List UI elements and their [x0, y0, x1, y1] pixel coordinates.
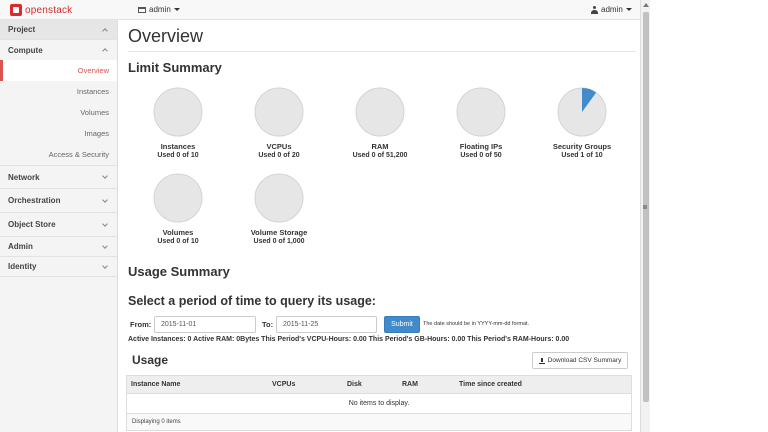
chevron-down-icon [102, 220, 108, 227]
sidebar-item-instances[interactable]: Instances [0, 81, 117, 102]
caret-down-icon [625, 8, 632, 11]
column-header-instance-name[interactable]: Instance Name [131, 381, 180, 388]
pie-label-volumes: Volumes [162, 228, 194, 237]
sidebar: Project Compute Overview Instances Volum… [0, 20, 118, 432]
scroll-grip-icon [643, 205, 647, 209]
pie-label-floating-ips: Floating IPs [459, 142, 503, 151]
period-query-heading: Select a period of time to query its usa… [128, 294, 376, 308]
chevron-down-icon [102, 242, 108, 249]
usage-stats-line: Active Instances: 0 Active RAM: 0Bytes T… [128, 336, 570, 343]
pie-chart-volume-storage [254, 173, 304, 223]
sidebar-subcategory-label: Compute [8, 45, 43, 55]
brand-name: openstack [25, 4, 73, 16]
sidebar-category-identity[interactable]: Identity [0, 257, 117, 277]
to-label: To: [262, 320, 274, 329]
pie-label-instances: Instances [160, 142, 196, 151]
chevron-down-icon [102, 173, 108, 179]
column-header-vcpus[interactable]: VCPUs [272, 381, 295, 388]
title-divider [128, 51, 636, 52]
pie-chart-volumes [153, 173, 203, 223]
sidebar-category-label: Orchestration [8, 196, 61, 205]
pie-background [254, 173, 304, 223]
pie-used-text-security-groups: Used 1 of 10 [561, 152, 603, 159]
table-header-row: Instance Name VCPUs Disk RAM Time since … [126, 375, 632, 394]
from-date-input[interactable]: 2015-11-01 [154, 316, 256, 333]
column-header-ram[interactable]: RAM [402, 381, 418, 388]
pie-label-ram: RAM [371, 142, 389, 151]
sidebar-category-label: Admin [8, 242, 33, 251]
pie-used-text-instances: Used 0 of 10 [157, 152, 199, 159]
sidebar-category-orchestration[interactable]: Orchestration [0, 189, 117, 213]
sidebar-category-network[interactable]: Network [0, 165, 117, 189]
pie-used-text-vcpus: Used 0 of 20 [258, 152, 300, 159]
openstack-logo-icon [10, 4, 22, 16]
openstack-logo[interactable]: openstack [10, 3, 72, 17]
page-scrollbar[interactable] [640, 0, 650, 432]
top-navbar: openstack admin admin [0, 0, 640, 20]
project-icon [138, 6, 146, 13]
page-title: Overview [128, 26, 204, 46]
pie-used-text-volume-storage: Used 0 of 1,000 [253, 238, 305, 245]
table-empty-row: No items to display. [126, 394, 632, 414]
pie-background [456, 87, 506, 137]
caret-down-icon [173, 8, 180, 11]
download-icon [538, 357, 545, 364]
pie-background [355, 87, 405, 137]
table-footer: Displaying 0 items [126, 414, 632, 431]
column-header-time-since-created[interactable]: Time since created [459, 381, 522, 388]
pie-label-security-groups: Security Groups [552, 142, 612, 151]
chevron-up-icon [102, 48, 108, 54]
main-content: Overview Limit Summary Instances Used 0 o… [118, 20, 640, 432]
usage-summary-heading: Usage Summary [128, 264, 230, 279]
sidebar-item-volumes[interactable]: Volumes [0, 102, 117, 123]
pie-background [254, 87, 304, 137]
pie-chart-security-groups [557, 87, 607, 137]
pie-label-volume-storage: Volume Storage [250, 228, 308, 237]
sidebar-category-label: Project [8, 25, 36, 34]
sidebar-item-images[interactable]: Images [0, 123, 117, 144]
pie-used-text-volumes: Used 0 of 10 [157, 238, 199, 245]
to-date-input[interactable]: 2015-11-25 [276, 316, 377, 333]
from-label: From: [130, 320, 152, 329]
user-dropdown-label: admin [601, 5, 623, 14]
pie-used-text-ram: Used 0 of 51,200 [352, 152, 408, 159]
download-csv-button[interactable]: Download CSV Summary [532, 352, 628, 369]
sidebar-category-project[interactable]: Project [0, 20, 117, 40]
usage-table: Instance Name VCPUs Disk RAM Time since … [126, 375, 632, 431]
sidebar-category-admin[interactable]: Admin [0, 237, 117, 257]
pie-chart-ram [355, 87, 405, 137]
limit-summary-heading: Limit Summary [128, 60, 222, 75]
pie-label-vcpus: VCPUs [266, 142, 292, 151]
scroll-up-arrow-icon[interactable] [643, 3, 649, 7]
sidebar-item-overview[interactable]: Overview [0, 60, 117, 81]
date-format-hint: The date should be in YYYY-mm-dd format. [423, 321, 530, 327]
project-dropdown-label: admin [149, 5, 171, 14]
chevron-down-icon [102, 262, 108, 269]
pie-chart-floating-ips [456, 87, 506, 137]
sidebar-category-label: Object Store [8, 220, 56, 229]
sidebar-category-label: Network [8, 172, 40, 182]
user-dropdown[interactable]: admin [591, 5, 632, 14]
download-csv-label: Download CSV Summary [547, 357, 622, 364]
sidebar-category-label: Identity [8, 262, 37, 271]
sidebar-subcategory-compute[interactable]: Compute [0, 40, 117, 60]
pie-background [153, 173, 203, 223]
project-dropdown[interactable]: admin [138, 5, 180, 14]
pie-chart-instances [153, 87, 203, 137]
sidebar-category-object-store[interactable]: Object Store [0, 213, 117, 237]
window-background [650, 0, 768, 432]
chevron-down-icon [102, 196, 108, 203]
user-icon [591, 5, 598, 14]
chevron-up-icon [102, 27, 108, 34]
submit-button[interactable]: Submit [384, 316, 420, 333]
usage-table-heading: Usage [132, 353, 169, 367]
sidebar-item-access-security[interactable]: Access & Security [0, 144, 117, 165]
pie-chart-vcpus [254, 87, 304, 137]
pie-background [153, 87, 203, 137]
pie-used-text-floating-ips: Used 0 of 50 [460, 152, 502, 159]
column-header-disk[interactable]: Disk [347, 381, 362, 388]
